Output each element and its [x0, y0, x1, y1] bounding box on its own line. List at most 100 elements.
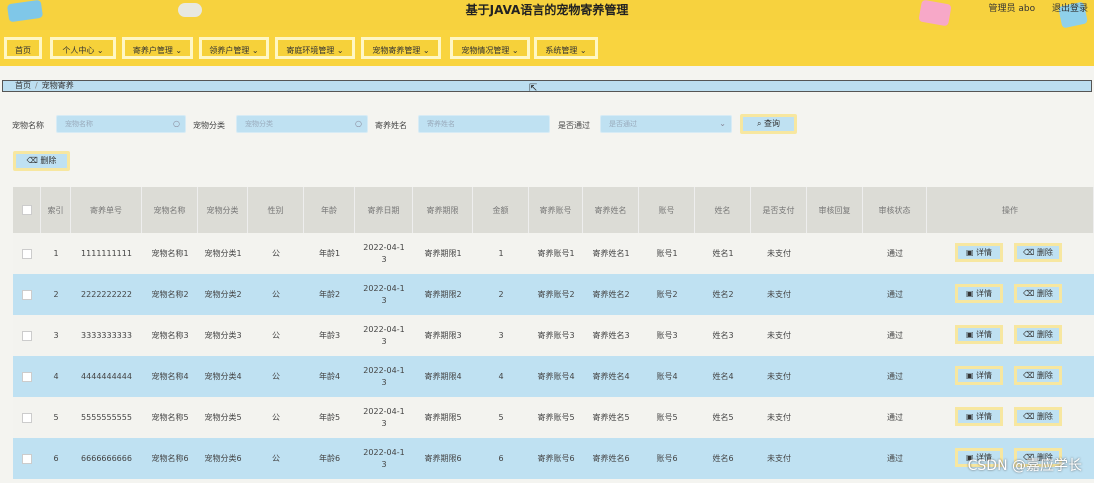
nav-item-pet-status[interactable]: 宠物情况管理 ⌄: [450, 37, 530, 59]
table-cell: 寄养账号1: [537, 248, 575, 258]
column-header[interactable]: 审核状态: [863, 187, 927, 233]
table-cell: 4: [498, 371, 504, 381]
nav-item-system[interactable]: 系统管理 ⌄: [534, 37, 598, 59]
table-cell: 宠物分类1: [204, 248, 242, 258]
row-select-cell: [13, 274, 41, 315]
detail-button[interactable]: ▣ 详情: [955, 325, 1003, 344]
table-cell: 寄养账号5: [537, 412, 575, 422]
table-cell: 账号5: [656, 412, 678, 422]
table-cell: 2: [498, 289, 504, 299]
nav-item-adopter[interactable]: 领养户管理 ⌄: [199, 37, 269, 59]
checkbox[interactable]: [22, 371, 32, 382]
delete-button[interactable]: ⌫ 删除: [1014, 366, 1062, 385]
table-cell: 1: [498, 248, 504, 258]
column-header[interactable]: 寄养期限: [413, 187, 473, 233]
column-header[interactable]: 年龄: [304, 187, 355, 233]
nav-item-boarder[interactable]: 寄养户管理 ⌄: [122, 37, 193, 59]
delete-button[interactable]: ⌫ 删除: [1014, 407, 1062, 426]
column-header[interactable]: 寄养日期: [355, 187, 413, 233]
column-header[interactable]: 寄养姓名: [583, 187, 639, 233]
boarder-name-input[interactable]: 寄养姓名: [418, 115, 550, 133]
detail-button[interactable]: ▣ 详情: [955, 243, 1003, 262]
table-cell: 宠物分类4: [204, 371, 242, 381]
table-cell: 公: [272, 330, 280, 340]
table-cell: 寄养期限6: [424, 453, 462, 463]
column-header[interactable]: 是否支付: [751, 187, 807, 233]
table-row: 4 4444444444 宠物名称4 宠物分类4 公年龄4 2022-04-13 寄养期限4…: [13, 356, 1094, 397]
table-cell: 宠物名称2: [151, 289, 189, 299]
column-header[interactable]: 宠物名称: [142, 187, 198, 233]
checkbox[interactable]: [22, 453, 32, 464]
table-cell: 账号3: [656, 330, 678, 340]
table-cell: 年龄6: [318, 453, 341, 463]
detail-icon: ▣: [965, 248, 974, 257]
watermark: CSDN @嘉应学长: [967, 458, 1082, 474]
table-cell: 宠物名称5: [151, 412, 189, 422]
detail-button[interactable]: ▣ 详情: [955, 284, 1003, 303]
nav-item-pet-boarding[interactable]: 宠物寄养管理 ⌄: [361, 37, 441, 59]
row-select-cell: [13, 356, 41, 397]
table-cell: 年龄5: [318, 412, 341, 422]
batch-delete-button[interactable]: ⌫ 删除: [13, 151, 70, 171]
table-cell: 姓名1: [712, 248, 734, 258]
table-cell: 未支付: [767, 371, 791, 381]
main-nav: 首页 个人中心 ⌄ 寄养户管理 ⌄ 领养户管理 ⌄ 寄庭环境管理 ⌄ 宠物寄养管…: [0, 30, 1094, 66]
chevron-down-icon: ⌄: [96, 46, 104, 55]
detail-button[interactable]: ▣ 详情: [955, 366, 1003, 385]
table-cell: 寄养期限4: [424, 371, 462, 381]
pet-name-input[interactable]: 宠物名称 ○: [56, 115, 186, 133]
table-cell: 姓名2: [712, 289, 734, 299]
user-area: 管理员 abo 退出登录: [975, 1, 1089, 14]
breadcrumb: 首页 / 宠物寄养: [2, 80, 1092, 92]
row-select-cell: [13, 233, 41, 274]
column-header[interactable]: 寄养单号: [71, 187, 142, 233]
column-header[interactable]: 金额: [473, 187, 529, 233]
pet-category-input[interactable]: 宠物分类 ○: [236, 115, 368, 133]
table-cell: 年龄2: [318, 289, 341, 299]
table-cell: 寄养姓名2: [592, 289, 630, 299]
checkbox[interactable]: [22, 248, 32, 259]
header-select-all[interactable]: [13, 187, 41, 233]
table-cell: 寄养姓名4: [592, 371, 630, 381]
table-cell: 通过: [887, 412, 903, 422]
table-cell: 公: [272, 248, 280, 258]
detail-button[interactable]: ▣ 详情: [955, 407, 1003, 426]
table-cell: 2022-04-13: [363, 447, 405, 469]
query-button[interactable]: ⌕ 查询: [740, 114, 797, 134]
breadcrumb-home[interactable]: 首页: [15, 81, 31, 90]
approved-select[interactable]: 是否通过 ⌄: [600, 115, 732, 133]
table-cell: [807, 315, 863, 356]
logout-link[interactable]: 退出登录: [1052, 4, 1088, 14]
checkbox[interactable]: [22, 289, 32, 300]
table-cell: 寄养姓名5: [592, 412, 630, 422]
column-header[interactable]: 审核回复: [807, 187, 863, 233]
table-cell: 宠物分类2: [204, 289, 242, 299]
column-header[interactable]: 寄养账号: [529, 187, 583, 233]
table-cell: 寄养姓名1: [592, 248, 630, 258]
column-header[interactable]: 姓名: [695, 187, 751, 233]
column-header[interactable]: 账号: [639, 187, 695, 233]
checkbox[interactable]: [21, 205, 32, 215]
delete-button[interactable]: ⌫ 删除: [1014, 284, 1062, 303]
table-cell: 公: [272, 371, 280, 381]
checkbox[interactable]: [22, 330, 32, 341]
column-header[interactable]: 性别: [248, 187, 304, 233]
delete-button[interactable]: ⌫ 删除: [1014, 243, 1062, 262]
table-cell: 未支付: [767, 453, 791, 463]
delete-button[interactable]: ⌫ 删除: [1014, 325, 1062, 344]
nav-item-home[interactable]: 首页: [4, 37, 42, 59]
checkbox[interactable]: [22, 412, 32, 423]
table-cell: [807, 356, 863, 397]
column-header[interactable]: 宠物分类: [198, 187, 248, 233]
nav-item-profile[interactable]: 个人中心 ⌄: [50, 37, 116, 59]
mouse-cursor-icon: ⇱: [529, 83, 538, 94]
app-title: 基于JAVA语言的宠物寄养管理: [465, 3, 629, 17]
table-cell: 2022-04-13: [363, 406, 405, 428]
table-cell: 6: [498, 453, 504, 463]
clear-icon: ○: [355, 119, 362, 128]
nav-item-environment[interactable]: 寄庭环境管理 ⌄: [275, 37, 355, 59]
table-cell: 寄养期限1: [424, 248, 462, 258]
table-cell: 未支付: [767, 330, 791, 340]
table-cell: 姓名4: [712, 371, 734, 381]
user-name: 管理员 abo: [988, 4, 1036, 14]
